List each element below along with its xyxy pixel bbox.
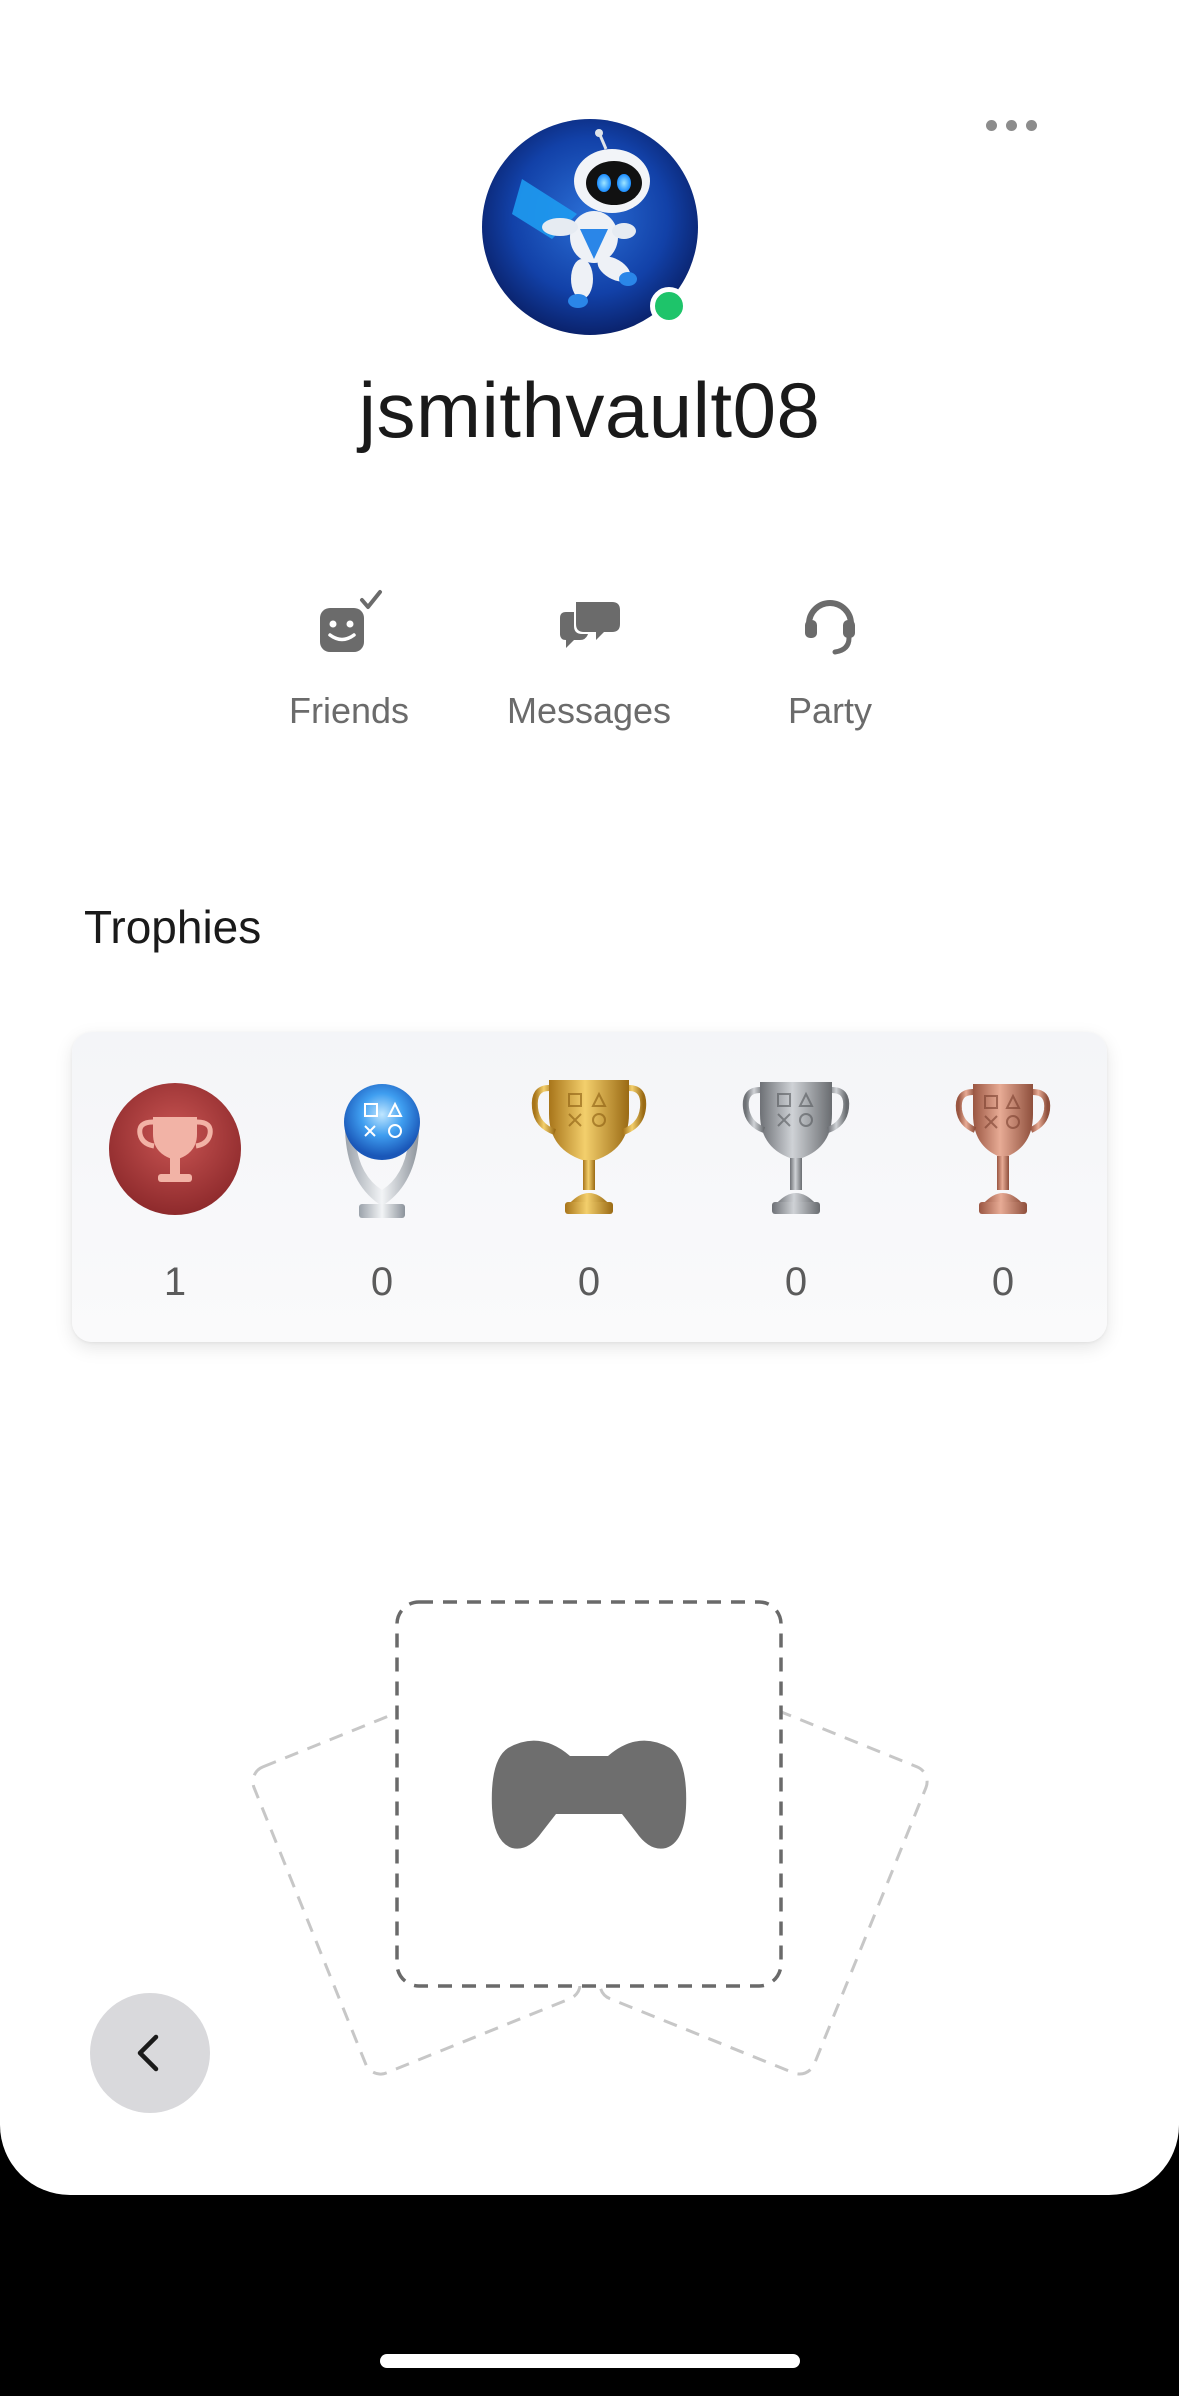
trophies-heading: Trophies <box>84 901 262 953</box>
more-options-button[interactable] <box>968 100 1054 150</box>
games-placeholder-illustration <box>251 1600 929 2076</box>
bronze-trophy-item: 0 <box>923 1032 1083 1342</box>
bronze-trophy-icon <box>955 1084 1051 1214</box>
platinum-trophy-icon <box>344 1084 420 1218</box>
friends-icon <box>320 590 382 652</box>
silver-trophy-item: 0 <box>716 1032 876 1342</box>
bronze-trophy-count: 0 <box>991 1260 1015 1304</box>
online-status-indicator <box>650 287 688 325</box>
gold-trophy-count: 0 <box>577 1260 601 1304</box>
messages-button[interactable]: Messages <box>489 588 689 732</box>
back-button[interactable] <box>90 1993 210 2113</box>
gold-trophy-item: 0 <box>509 1032 669 1342</box>
avatar[interactable] <box>482 119 698 335</box>
more-dot-icon <box>1005 119 1017 131</box>
party-label: Party <box>787 690 873 731</box>
more-dot-icon <box>1025 119 1037 131</box>
profile-screen: jsmithvault08 Friends Messages Party Tro… <box>0 0 1179 2195</box>
username: jsmithvault08 <box>358 366 821 454</box>
trophy-summary-card[interactable]: 1 0 0 0 0 <box>72 1032 1107 1342</box>
messages-icon <box>560 602 620 648</box>
silver-trophy-icon <box>742 1082 850 1214</box>
gold-trophy-icon <box>531 1080 647 1214</box>
trophy-level-count: 1 <box>163 1260 187 1304</box>
profile-actions: Friends Messages Party <box>0 588 1179 758</box>
platinum-trophy-count: 0 <box>370 1260 394 1304</box>
home-indicator[interactable] <box>380 2354 800 2368</box>
headset-icon <box>805 600 855 655</box>
platinum-trophy-item: 0 <box>302 1032 462 1342</box>
trophy-level-icon <box>109 1083 241 1215</box>
friends-button[interactable]: Friends <box>249 588 449 732</box>
chevron-left-icon <box>137 2034 159 2072</box>
silver-trophy-count: 0 <box>784 1260 808 1304</box>
friends-label: Friends <box>288 690 410 731</box>
trophy-level-item: 1 <box>95 1032 255 1342</box>
party-button[interactable]: Party <box>730 588 930 732</box>
messages-label: Messages <box>506 690 672 731</box>
more-dot-icon <box>985 119 997 131</box>
